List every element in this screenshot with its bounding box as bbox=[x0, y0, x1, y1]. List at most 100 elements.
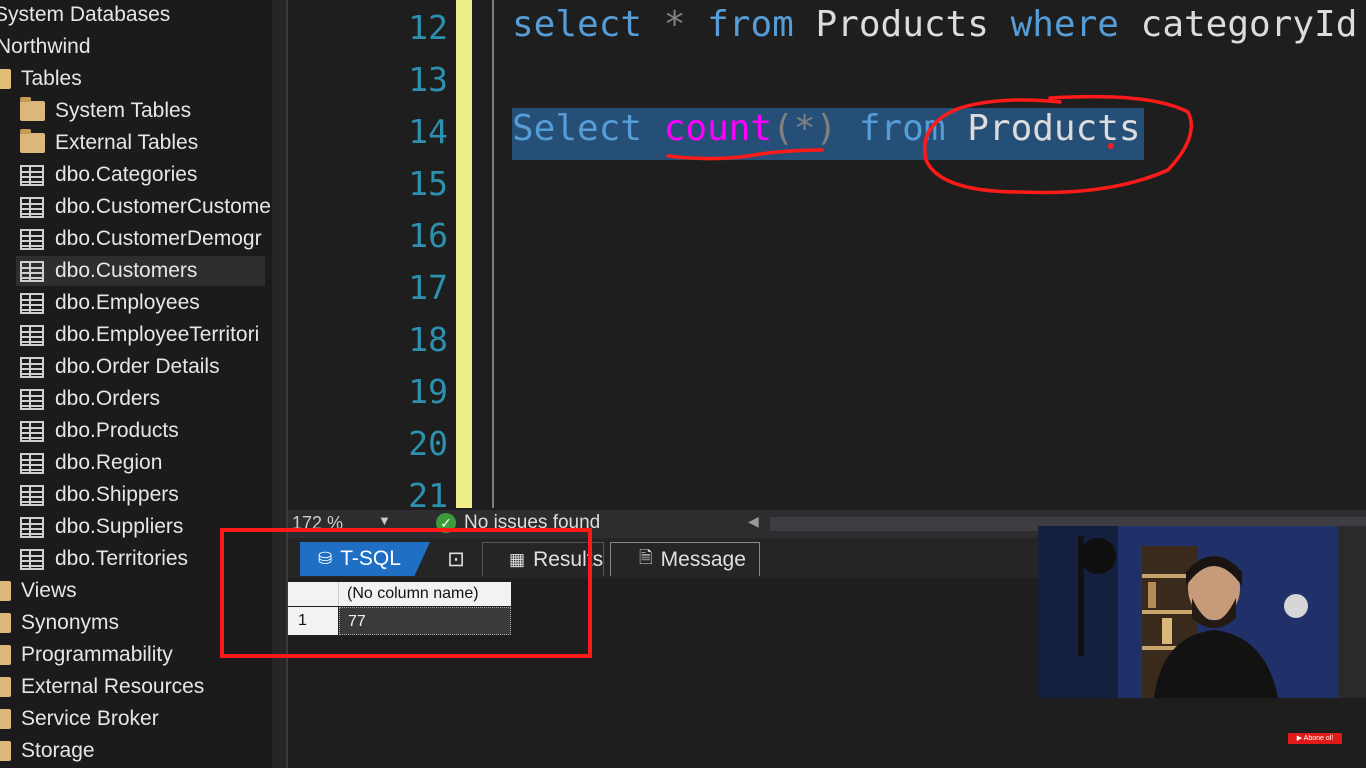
tree-item-external-resources[interactable]: External Resources bbox=[0, 672, 204, 702]
tree-item-dbo-orders[interactable]: dbo.Orders bbox=[20, 384, 160, 414]
tree-item-label: Service Broker bbox=[21, 707, 159, 730]
scroll-left-icon[interactable]: ◀ bbox=[748, 513, 759, 530]
tree-item-label: dbo.Order Details bbox=[55, 355, 220, 378]
folder-icon bbox=[20, 129, 45, 153]
tree-item-dbo-customerdemogr[interactable]: dbo.CustomerDemogr bbox=[20, 224, 262, 254]
code-line-12[interactable]: select * from Products where categoryId bbox=[512, 4, 1357, 45]
query-editor[interactable]: select * from Products where categoryId … bbox=[472, 0, 1366, 508]
tree-item-dbo-employeeterritori[interactable]: dbo.EmployeeTerritori bbox=[20, 320, 259, 350]
tree-item-dbo-territories[interactable]: dbo.Territories bbox=[20, 544, 188, 574]
column-header[interactable]: (No column name) bbox=[339, 582, 511, 606]
tree-item-label: dbo.Orders bbox=[55, 387, 161, 410]
line-number-gutter: 12 13 14 15 16 17 18 19 20 21 bbox=[288, 0, 456, 515]
table-icon bbox=[20, 164, 44, 186]
tab-label: Results bbox=[533, 547, 604, 571]
folder-icon bbox=[0, 645, 11, 665]
tree-item-label: Views bbox=[21, 579, 77, 602]
change-tracking-bar bbox=[456, 0, 472, 508]
tree-item-storage[interactable]: Storage bbox=[0, 736, 95, 766]
line-number: 19 bbox=[408, 372, 448, 411]
table-icon bbox=[20, 292, 44, 314]
tree-item-label: Programmability bbox=[21, 643, 173, 666]
tab-results[interactable]: ▦ Results bbox=[482, 542, 604, 576]
tree-item-label: dbo.Shippers bbox=[55, 483, 179, 506]
line-number: 17 bbox=[408, 268, 448, 307]
tree-item-northwind[interactable]: Northwind bbox=[0, 32, 91, 62]
folder-icon bbox=[0, 581, 11, 601]
chevron-down-icon[interactable]: ▼ bbox=[378, 513, 391, 528]
tree-item-label: Northwind bbox=[0, 35, 91, 58]
database-icon: ⛁ bbox=[318, 549, 333, 568]
code-line-14[interactable]: Select count(*) from Products bbox=[512, 108, 1141, 149]
presenter-video bbox=[1038, 526, 1366, 698]
keyword: where bbox=[1010, 4, 1119, 45]
tree-item-dbo-customercustome[interactable]: dbo.CustomerCustome bbox=[20, 192, 271, 222]
youtube-play-icon: ▶ bbox=[1296, 735, 1303, 742]
tree-item-dbo-customers[interactable]: dbo.Customers bbox=[16, 256, 265, 286]
tree-item-label: dbo.Products bbox=[55, 419, 179, 442]
line-number: 20 bbox=[408, 424, 448, 463]
tree-item-label: External Resources bbox=[21, 675, 205, 698]
outline-guide bbox=[492, 0, 494, 508]
tree-item-dbo-region[interactable]: dbo.Region bbox=[20, 448, 162, 478]
issues-label: No issues found bbox=[464, 512, 601, 533]
tree-item-system-tables[interactable]: System Tables bbox=[20, 96, 191, 126]
table-icon bbox=[20, 260, 44, 282]
table-icon bbox=[20, 516, 44, 538]
tree-item-programmability[interactable]: Programmability bbox=[0, 640, 173, 670]
tree-item-label: dbo.EmployeeTerritori bbox=[55, 323, 260, 346]
tree-item-views[interactable]: Views bbox=[0, 576, 77, 606]
tree-item-label: System Databases bbox=[0, 3, 171, 26]
tree-item-label: Synonyms bbox=[21, 611, 120, 634]
tree-item-label: dbo.Suppliers bbox=[55, 515, 184, 538]
table-icon bbox=[20, 420, 44, 442]
table-icon bbox=[20, 452, 44, 474]
tree-item-label: dbo.Customers bbox=[55, 259, 198, 282]
object-explorer: System Databases Northwind Tables System… bbox=[0, 0, 272, 768]
tab-tsql[interactable]: ⛁ T-SQL bbox=[300, 542, 430, 576]
tree-item-synonyms[interactable]: Synonyms bbox=[0, 608, 119, 638]
tree-item-dbo-shippers[interactable]: dbo.Shippers bbox=[20, 480, 179, 510]
table-icon bbox=[20, 324, 44, 346]
tree-item-label: dbo.Territories bbox=[55, 547, 189, 570]
tree-item-dbo-products[interactable]: dbo.Products bbox=[20, 416, 179, 446]
zoom-level[interactable]: 172 % bbox=[292, 513, 343, 534]
table-icon bbox=[20, 548, 44, 570]
keyword: from bbox=[707, 4, 794, 45]
tree-item-service-broker[interactable]: Service Broker bbox=[0, 704, 159, 734]
tree-item-dbo-categories[interactable]: dbo.Categories bbox=[20, 160, 197, 190]
folder-icon bbox=[0, 709, 11, 729]
folder-icon bbox=[0, 741, 11, 761]
tree-item-tables[interactable]: Tables bbox=[0, 64, 82, 94]
tree-item-dbo-employees[interactable]: dbo.Employees bbox=[20, 288, 200, 318]
grid-icon: ▦ bbox=[509, 549, 526, 569]
tree-item-dbo-suppliers[interactable]: dbo.Suppliers bbox=[20, 512, 183, 542]
keyword: from bbox=[858, 108, 946, 149]
tab-message[interactable]: 🗎 Message bbox=[610, 542, 760, 576]
tree-item-system-databases[interactable]: System Databases bbox=[0, 0, 170, 30]
table-icon bbox=[20, 356, 44, 378]
table-icon bbox=[20, 196, 44, 218]
issues-indicator[interactable]: ✓ No issues found bbox=[436, 512, 600, 534]
subscribe-label: Abone ol! bbox=[1303, 735, 1334, 742]
function-name: count bbox=[663, 108, 773, 149]
grid-cell[interactable]: 77 bbox=[339, 607, 511, 635]
folder-icon bbox=[20, 97, 45, 121]
subscribe-badge[interactable]: ▶ Abone ol! bbox=[1288, 733, 1342, 744]
tree-item-label: dbo.CustomerCustome bbox=[55, 195, 271, 218]
line-number: 13 bbox=[408, 60, 448, 99]
tree-item-label: Tables bbox=[21, 67, 82, 90]
table-icon bbox=[20, 388, 44, 410]
function-args: (*) bbox=[772, 108, 838, 149]
query-plan-icon: ⊡ bbox=[447, 547, 465, 571]
document-icon: 🗎 bbox=[639, 548, 653, 567]
tab-query-plan[interactable]: ⊡ bbox=[436, 542, 476, 576]
row-header[interactable]: 1 bbox=[288, 607, 338, 635]
identifier: Products bbox=[967, 108, 1141, 149]
line-number: 12 bbox=[408, 8, 448, 47]
tree-item-label: Storage bbox=[21, 739, 95, 762]
tree-item-external-tables[interactable]: External Tables bbox=[20, 128, 198, 158]
tree-item-dbo-order-details[interactable]: dbo.Order Details bbox=[20, 352, 220, 382]
grid-corner[interactable] bbox=[288, 582, 339, 606]
folder-open-icon bbox=[0, 69, 11, 89]
